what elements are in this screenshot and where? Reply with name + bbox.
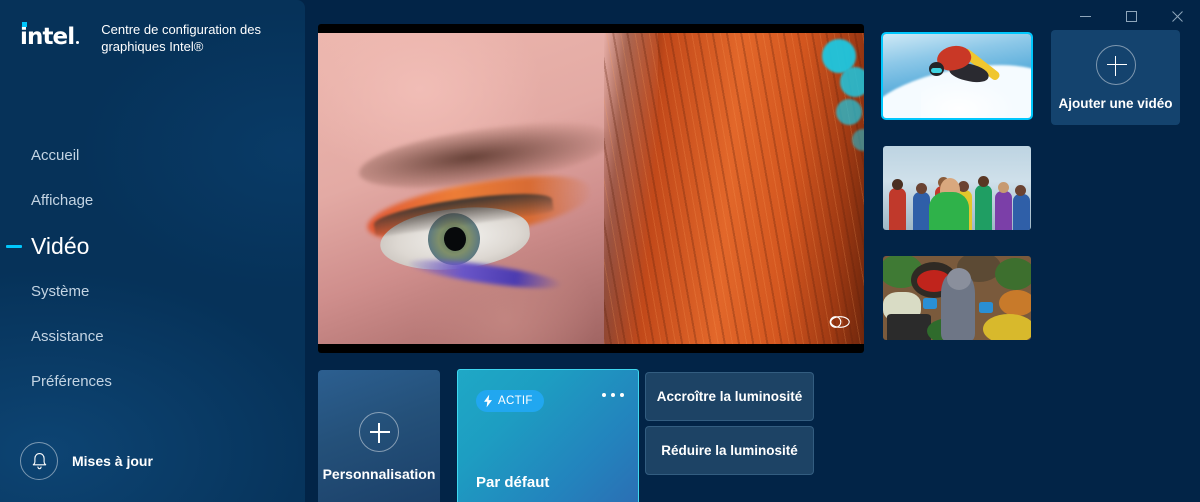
add-video-button[interactable]: Ajouter une vidéo (1051, 30, 1180, 125)
thumb-person-head (892, 179, 903, 190)
preview-bokeh (836, 99, 862, 125)
brand-header: intel Centre de configuration des graphi… (0, 0, 305, 75)
more-options-icon[interactable] (602, 393, 624, 397)
status-badge: ACTIF (476, 390, 544, 412)
sidebar-item-label: Préférences (31, 373, 112, 390)
minimize-button[interactable] (1062, 0, 1108, 32)
thumb-front-person (929, 192, 969, 230)
status-badge-label: ACTIF (498, 395, 533, 407)
intel-logo-registered (76, 41, 80, 44)
sidebar-item-label: Système (31, 283, 90, 300)
sidebar-item-label: Assistance (31, 328, 104, 345)
sidebar-item-label: Vidéo (31, 232, 90, 259)
increase-brightness-label: Accroître la luminosité (656, 389, 803, 404)
thumbnail-image (883, 34, 1031, 118)
intel-logo-dot (21, 22, 27, 27)
decrease-brightness-button[interactable]: Réduire la luminosité (645, 426, 814, 475)
video-preview[interactable] (318, 24, 864, 353)
sidebar-item-assistance[interactable]: Assistance (0, 314, 305, 359)
video-thumbnail-group[interactable] (883, 146, 1031, 230)
preview-bokeh (840, 67, 864, 97)
updates-label: Mises à jour (72, 453, 153, 469)
updates-button[interactable]: Mises à jour (20, 442, 153, 480)
preview-hair-layer (604, 33, 864, 344)
dot (611, 393, 615, 397)
plus-icon (359, 412, 399, 452)
plus-icon (1095, 44, 1136, 85)
sidebar: intel Centre de configuration des graphi… (0, 0, 305, 502)
sidebar-item-video[interactable]: Vidéo (0, 223, 305, 269)
sidebar-item-preferences[interactable]: Préférences (0, 359, 305, 404)
sidebar-item-accueil[interactable]: Accueil (0, 133, 305, 178)
increase-brightness-button[interactable]: Accroître la luminosité (645, 372, 814, 421)
sidebar-item-systeme[interactable]: Système (0, 269, 305, 314)
custom-profile-card[interactable]: Personnalisation (318, 370, 440, 502)
custom-profile-label: Personnalisation (322, 466, 436, 482)
thumb-goggle (931, 68, 942, 73)
video-thumbnail-snowboard[interactable] (881, 32, 1033, 120)
dot (602, 393, 606, 397)
video-preview-image (318, 33, 864, 344)
app-title: Centre de configuration des graphiques I… (101, 21, 261, 54)
lightning-bolt-icon (484, 394, 492, 408)
maximize-button[interactable] (1108, 0, 1154, 32)
thumb-blue-bowl (923, 298, 937, 309)
thumb-person-head (998, 182, 1009, 193)
thumb-person-head (978, 176, 989, 187)
sidebar-item-label: Accueil (31, 147, 80, 164)
active-indicator-icon (6, 245, 22, 248)
thumb-bowl (983, 314, 1031, 340)
sidebar-nav: Accueil Affichage Vidéo Système Assistan… (0, 133, 305, 404)
thumb-person-head (916, 183, 927, 194)
dot (620, 393, 624, 397)
active-profile-name: Par défaut (476, 474, 550, 491)
thumb-person (889, 188, 906, 230)
thumb-fried (999, 290, 1031, 316)
window-controls (1062, 0, 1200, 32)
sidebar-item-affichage[interactable]: Affichage (0, 178, 305, 223)
intel-logo-text: intel (20, 24, 75, 50)
bell-icon (20, 442, 58, 480)
thumb-vendor-head (947, 268, 971, 290)
thumbnail-image (883, 256, 1031, 340)
thumb-spray (921, 78, 1016, 118)
close-icon (1171, 10, 1183, 22)
decrease-brightness-label: Réduire la luminosité (661, 443, 798, 458)
intel-logo: intel (20, 22, 81, 50)
maximize-icon (1125, 10, 1137, 22)
add-video-label: Ajouter une vidéo (1058, 95, 1173, 111)
thumb-tray (887, 314, 931, 340)
thumb-person (995, 191, 1012, 230)
thumb-produce (995, 258, 1031, 290)
thumb-person (1013, 194, 1030, 230)
video-thumbnail-market[interactable] (883, 256, 1031, 340)
active-profile-card[interactable]: ACTIF Par défaut (457, 369, 639, 502)
minimize-icon (1079, 15, 1091, 17)
thumb-person-head (1015, 185, 1026, 196)
app-window: intel Centre de configuration des graphi… (0, 0, 1200, 502)
thumb-blue-bowl (979, 302, 993, 313)
split-compare-icon[interactable] (826, 314, 850, 335)
thumb-person (913, 192, 930, 230)
close-button[interactable] (1154, 0, 1200, 32)
sidebar-item-label: Affichage (31, 192, 94, 209)
thumbnail-image (883, 146, 1031, 230)
thumb-person (975, 185, 992, 230)
